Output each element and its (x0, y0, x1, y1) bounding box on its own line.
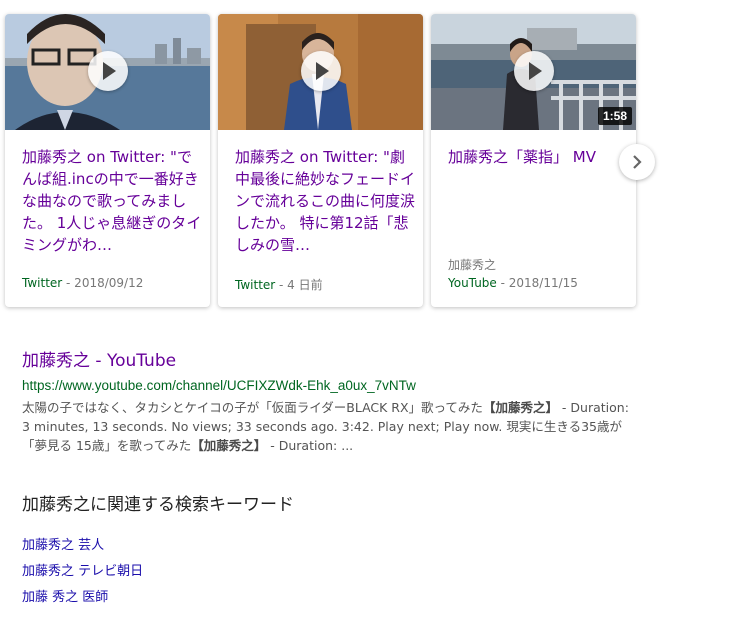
video-author: 加藤秀之 (448, 258, 497, 272)
related-search-item[interactable]: 加藤 秀之 医師 (22, 585, 143, 611)
snippet-bold: 【加藤秀之】 (482, 400, 558, 415)
related-searches-list: 加藤秀之 芸人 加藤秀之 テレビ朝日 加藤 秀之 医師 (22, 533, 143, 611)
video-title[interactable]: 加藤秀之 on Twitter: "でんぱ組.incの中で一番好きな曲なので歌っ… (22, 146, 202, 256)
video-thumbnail[interactable] (218, 14, 423, 130)
related-search-item[interactable]: 加藤秀之 芸人 (22, 533, 143, 559)
search-result: 加藤秀之 - YouTube https://www.youtube.com/c… (22, 350, 642, 455)
chevron-right-icon (633, 155, 642, 169)
result-title-link[interactable]: 加藤秀之 - YouTube (22, 350, 642, 372)
video-card[interactable]: 加藤秀之 on Twitter: "でんぱ組.incの中で一番好きな曲なので歌っ… (5, 14, 210, 307)
result-url: https://www.youtube.com/channel/UCFIXZWd… (22, 378, 416, 393)
video-duration: 1:58 (597, 107, 632, 125)
video-thumbnail[interactable]: 1:58 (431, 14, 636, 130)
snippet-text: - Duration: ... (266, 438, 354, 453)
video-card[interactable]: 加藤秀之 on Twitter: "劇中最後に絶妙なフェードインで流れるこの曲に… (218, 14, 423, 307)
snippet-bold: 【加藤秀之】 (191, 438, 267, 453)
play-icon[interactable] (301, 51, 341, 91)
video-date: - 2018/11/15 (496, 276, 578, 290)
video-date: - 2018/09/12 (62, 276, 144, 290)
video-date: - 4 日前 (275, 278, 323, 292)
video-title[interactable]: 加藤秀之 on Twitter: "劇中最後に絶妙なフェードインで流れるこの曲に… (235, 146, 415, 256)
video-source: YouTube (448, 276, 497, 290)
video-carousel: 加藤秀之 on Twitter: "でんぱ組.incの中で一番好きな曲なので歌っ… (5, 14, 665, 310)
carousel-next-button[interactable] (619, 144, 655, 180)
video-thumbnail[interactable] (5, 14, 210, 130)
video-meta: YouTube - 2018/11/15 (448, 276, 578, 290)
video-card[interactable]: 1:58 加藤秀之「薬指」 MV 加藤秀之 YouTube - 2018/11/… (431, 14, 636, 307)
related-search-item[interactable]: 加藤秀之 テレビ朝日 (22, 559, 143, 585)
video-source: Twitter (235, 278, 276, 292)
video-source: Twitter (22, 276, 63, 290)
video-meta: Twitter - 4 日前 (235, 276, 323, 293)
snippet-text: 太陽の子ではなく、タカシとケイコの子が「仮面ライダーBLACK RX」歌ってみた (22, 400, 483, 415)
play-icon[interactable] (514, 51, 554, 91)
related-searches-heading: 加藤秀之に関連する検索キーワード (22, 495, 294, 515)
video-title[interactable]: 加藤秀之「薬指」 MV (448, 146, 628, 168)
result-snippet: 太陽の子ではなく、タカシとケイコの子が「仮面ライダーBLACK RX」歌ってみた… (22, 398, 632, 455)
play-icon[interactable] (88, 51, 128, 91)
video-meta: Twitter - 2018/09/12 (22, 276, 143, 290)
